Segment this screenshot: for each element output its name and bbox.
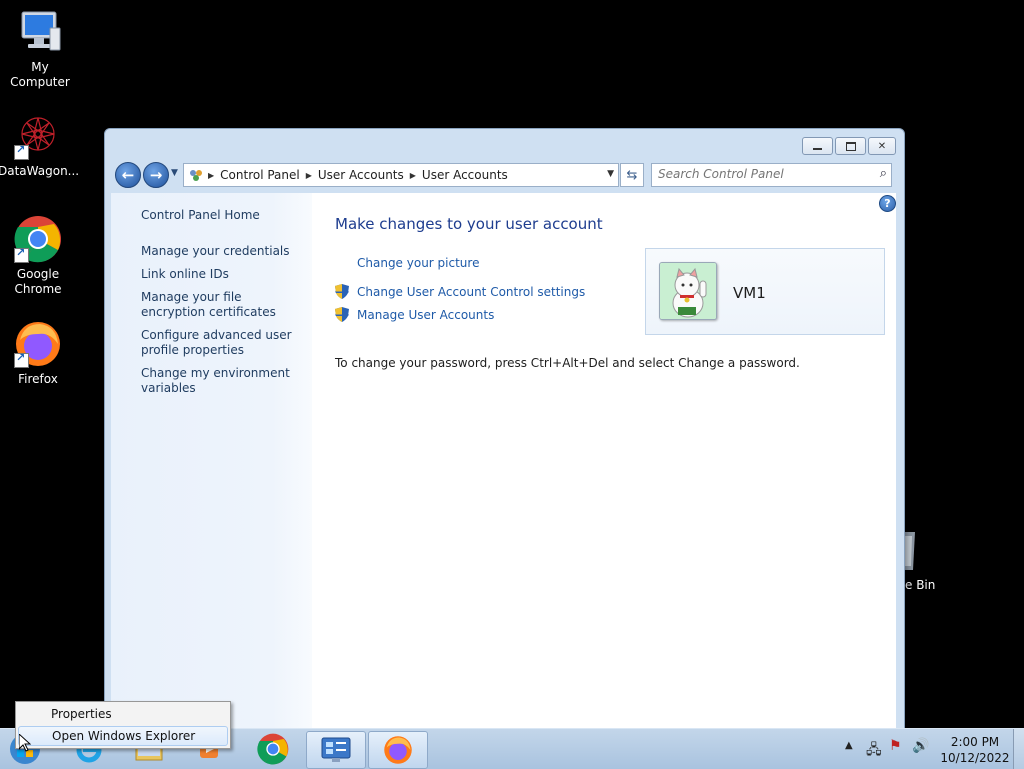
manage-credentials-link[interactable]: Manage your credentials [141,244,301,259]
breadcrumb-control-panel[interactable]: Control Panel [220,168,300,182]
change-picture-link[interactable]: Change your picture [357,256,479,270]
control-panel-home-link[interactable]: Control Panel Home [141,208,301,223]
firefox-icon [384,736,412,764]
recent-pages-dropdown[interactable]: ▼ [171,168,178,178]
desktop-icon-recycle-bin[interactable]: e Bin [903,528,935,592]
mouse-cursor-icon [19,734,31,752]
control-panel-icon [321,737,351,762]
taskbar-firefox[interactable] [368,731,428,769]
network-icon[interactable]: 🖧 [866,739,882,763]
maximize-icon [845,141,856,151]
system-clock[interactable]: 2:00 PM 10/12/2022 [940,734,1010,766]
page-title: Make changes to your user account [335,215,603,233]
desktop-icon-label: My Computer [10,60,70,89]
back-button[interactable]: ← [115,162,141,188]
shortcut-arrow-icon [14,351,29,368]
window-content: Control Panel Home Manage your credentia… [111,193,896,729]
recycle-bin-icon [903,532,915,570]
shortcut-arrow-icon [14,246,29,263]
taskbar-control-panel[interactable] [306,731,366,769]
context-menu: Properties Open Windows Explorer [15,701,231,749]
volume-icon[interactable]: 🔊 [912,738,929,754]
close-button[interactable]: ✕ [868,137,896,155]
minimize-icon [813,147,822,150]
chrome-icon [14,215,62,263]
open-windows-explorer-menu-item[interactable]: Open Windows Explorer [18,726,228,746]
refresh-icon: ⇆ [626,167,638,183]
title-bar[interactable]: ✕ [105,129,904,157]
breadcrumb-separator-icon[interactable]: ▶ [410,171,416,180]
breadcrumb-user-accounts[interactable]: User Accounts [318,168,404,182]
chrome-icon [257,733,289,765]
password-info-text: To change your password, press Ctrl+Alt+… [335,356,800,370]
desktop-icon-firefox[interactable]: Firefox [0,320,78,387]
properties-menu-item[interactable]: Properties [18,704,228,724]
clock-time: 2:00 PM [950,735,1000,749]
clock-date: 10/12/2022 [940,751,1010,765]
taskbar-chrome[interactable] [244,731,302,767]
shortcut-arrow-icon [14,143,29,160]
desktop-icon-label: Firefox [18,372,58,386]
environment-variables-link[interactable]: Change my environment variables [141,366,301,396]
desktop-icon-my-computer[interactable]: My Computer [0,8,80,90]
minimize-button[interactable] [802,137,833,155]
desktop-icon-label: e Bin [905,578,936,592]
computer-icon [16,8,64,56]
refresh-button[interactable]: ⇆ [620,163,644,187]
uac-shield-icon [335,307,349,322]
file-encryption-link[interactable]: Manage your file encryption certificates [141,290,301,320]
show-desktop-button[interactable] [1013,729,1024,769]
desktop-icon-datawagon[interactable]: DataWagon... [0,112,80,179]
help-icon: ? [884,197,891,210]
datawagon-icon [14,112,62,160]
action-center-flag-icon[interactable]: ⚑ [889,738,902,754]
search-input[interactable] [652,164,858,184]
control-panel-icon [188,168,204,182]
forward-button[interactable]: → [143,162,169,188]
forward-arrow-icon: → [149,166,163,184]
maximize-button[interactable] [835,137,866,155]
manage-user-accounts-link[interactable]: Manage User Accounts [357,308,494,322]
address-dropdown-icon[interactable]: ▼ [607,169,614,179]
breadcrumb-separator-icon: ▶ [208,170,215,180]
desktop-icon-chrome[interactable]: Google Chrome [0,215,78,297]
user-name: VM1 [733,284,766,302]
search-icon[interactable]: ⌕ [880,166,887,181]
uac-shield-icon [335,284,349,299]
link-online-ids-link[interactable]: Link online IDs [141,267,301,282]
breadcrumb-separator-icon[interactable]: ▶ [306,171,312,180]
help-button[interactable]: ? [879,195,896,212]
breadcrumb-user-accounts-current[interactable]: User Accounts [422,168,508,182]
control-panel-window: ✕ ← → ▼ ▶ Control Panel ▶ User Accounts … [104,128,905,730]
close-icon: ✕ [877,140,887,152]
desktop-icon-label: Google Chrome [14,267,62,296]
show-hidden-icons-button[interactable]: ▲ [845,740,853,751]
firefox-icon [14,320,62,368]
address-bar[interactable]: ▶ Control Panel ▶ User Accounts ▶ User A… [183,163,619,187]
back-arrow-icon: ← [121,166,135,184]
uac-settings-link[interactable]: Change User Account Control settings [357,285,585,299]
search-box[interactable]: ⌕ [651,163,892,187]
left-pane: Control Panel Home Manage your credentia… [111,193,312,729]
navigation-bar: ← → ▼ ▶ Control Panel ▶ User Accounts ▶ … [113,162,896,188]
user-avatar[interactable] [659,262,717,320]
desktop-icon-label: DataWagon... [0,164,80,178]
lucky-cat-avatar-icon [660,263,716,319]
user-account-tile: VM1 [645,248,885,335]
advanced-profile-link[interactable]: Configure advanced user profile properti… [141,328,301,358]
